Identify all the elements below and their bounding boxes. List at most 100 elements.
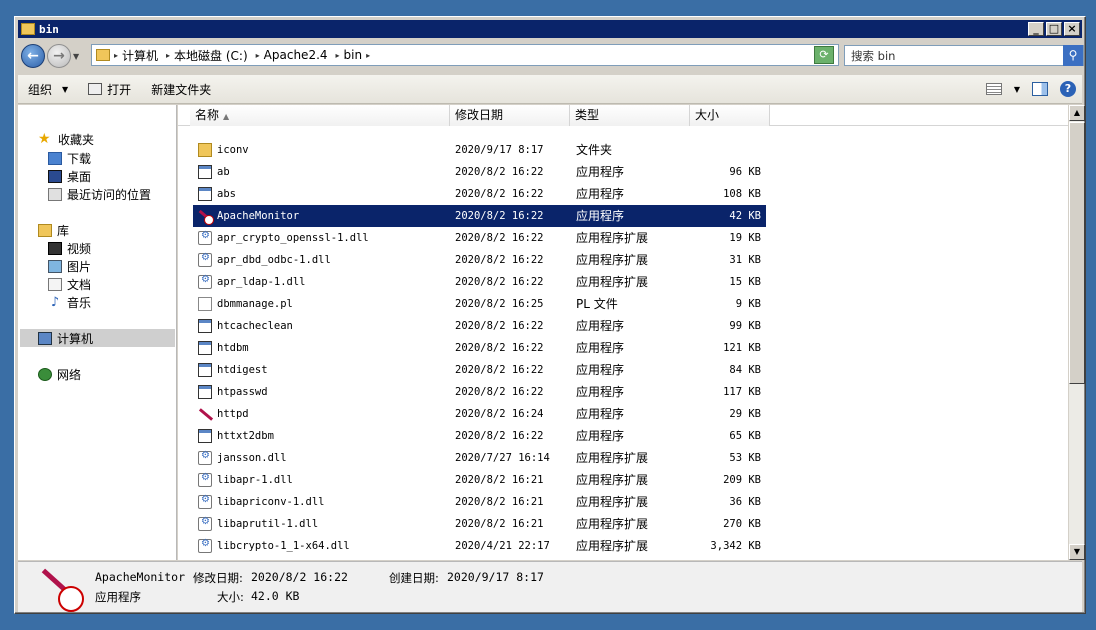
help-icon[interactable]: ? bbox=[1060, 81, 1076, 97]
file-name: libaprutil-1.dll bbox=[217, 518, 319, 530]
file-row[interactable]: httpd 2020/8/2 16:24 应用程序 29 KB bbox=[193, 403, 766, 425]
file-row[interactable]: htpasswd 2020/8/2 16:22 应用程序 117 KB bbox=[193, 381, 766, 403]
scroll-up-button[interactable]: ▲ bbox=[1069, 105, 1085, 121]
document-icon bbox=[198, 297, 212, 311]
computer-icon bbox=[38, 331, 52, 345]
file-type: 应用程序 bbox=[576, 341, 625, 355]
nav-videos[interactable]: 视频 bbox=[48, 239, 91, 257]
recent-pages-dropdown[interactable]: ▼ bbox=[73, 52, 79, 61]
organize-button[interactable]: 组织 ▼ bbox=[18, 75, 78, 103]
file-row[interactable]: dbmmanage.pl 2020/8/2 16:25 PL 文件 9 KB bbox=[193, 293, 766, 315]
back-button[interactable]: ← bbox=[21, 44, 45, 68]
search-input[interactable]: 搜索 bin ⚲ bbox=[844, 45, 1084, 66]
file-name: apr_ldap-1.dll bbox=[217, 276, 306, 288]
forward-button[interactable]: → bbox=[47, 44, 71, 68]
close-button[interactable]: × bbox=[1064, 22, 1080, 36]
nav-computer[interactable]: 计算机 bbox=[20, 329, 175, 347]
nav-desktop[interactable]: 桌面 bbox=[48, 167, 91, 185]
nav-pictures[interactable]: 图片 bbox=[48, 257, 91, 275]
maximize-button[interactable]: □ bbox=[1046, 22, 1062, 36]
file-type: 应用程序扩展 bbox=[576, 517, 649, 531]
column-name[interactable]: 名称 ▲ bbox=[190, 105, 450, 126]
file-row[interactable]: htcacheclean 2020/8/2 16:22 应用程序 99 KB bbox=[193, 315, 766, 337]
search-icon[interactable]: ⚲ bbox=[1063, 45, 1083, 66]
open-icon bbox=[88, 83, 103, 95]
apache-monitor-icon bbox=[38, 566, 84, 612]
nav-downloads[interactable]: 下载 bbox=[48, 149, 91, 167]
details-modified-label: 修改日期: bbox=[193, 571, 243, 585]
details-filename: ApacheMonitor bbox=[95, 570, 186, 584]
file-name: libapr-1.dll bbox=[217, 474, 293, 486]
file-name: libcrypto-1_1-x64.dll bbox=[217, 540, 350, 552]
address-bar[interactable]: ▸计算机 ▸本地磁盘 (C:) ▸Apache2.4 ▸bin▸ ▼ bbox=[91, 44, 839, 66]
column-size[interactable]: 大小 bbox=[690, 105, 770, 126]
file-row[interactable]: abs 2020/8/2 16:22 应用程序 108 KB bbox=[193, 183, 766, 205]
view-options-icon[interactable] bbox=[985, 83, 1002, 95]
title-bar[interactable]: bin _ □ × bbox=[18, 20, 1082, 38]
pictures-icon bbox=[48, 259, 62, 273]
minimize-button[interactable]: _ bbox=[1028, 22, 1044, 36]
file-row[interactable]: jansson.dll 2020/7/27 16:14 应用程序扩展 53 KB bbox=[193, 447, 766, 469]
file-type: 应用程序扩展 bbox=[576, 451, 649, 465]
file-row[interactable]: iconv 2020/9/17 8:17 文件夹 bbox=[193, 139, 766, 161]
refresh-button[interactable]: ⟳ bbox=[814, 46, 834, 64]
file-row[interactable]: ApacheMonitor 2020/8/2 16:22 应用程序 42 KB bbox=[193, 205, 766, 227]
file-row[interactable]: ab 2020/8/2 16:22 应用程序 96 KB bbox=[193, 161, 766, 183]
file-row[interactable]: libaprutil-1.dll 2020/8/2 16:21 应用程序扩展 270 … bbox=[193, 513, 766, 535]
folder-icon bbox=[198, 143, 212, 157]
scroll-down-button[interactable]: ▼ bbox=[1069, 544, 1085, 560]
file-type: 应用程序扩展 bbox=[576, 231, 649, 245]
address-row: ← → ▼ ▸计算机 ▸本地磁盘 (C:) ▸Apache2.4 ▸bin▸ ▼… bbox=[18, 39, 1084, 73]
file-name: htdbm bbox=[217, 342, 249, 354]
file-row[interactable]: htdigest 2020/8/2 16:22 应用程序 84 KB bbox=[193, 359, 766, 381]
file-size: 65 KB bbox=[729, 430, 761, 442]
nav-favorites[interactable]: ★ 收藏夹 bbox=[38, 130, 94, 148]
downloads-icon bbox=[48, 151, 62, 165]
file-name: ApacheMonitor bbox=[217, 210, 300, 222]
breadcrumb-apache[interactable]: ▸ Apache2.4 bbox=[256, 48, 328, 62]
details-size: 42.0 KB bbox=[251, 589, 300, 603]
nav-network[interactable]: 网络 bbox=[38, 365, 81, 383]
nav-recent-places[interactable]: 最近访问的位置 bbox=[48, 185, 151, 203]
vertical-scrollbar[interactable]: ▲ ▼ bbox=[1068, 105, 1085, 560]
file-type: 应用程序 bbox=[576, 363, 625, 377]
breadcrumb-bin[interactable]: ▸ bin ▸ bbox=[336, 48, 375, 62]
file-date: 2020/8/2 16:21 bbox=[455, 496, 544, 508]
file-row[interactable]: libcrypto-1_1-x64.dll 2020/4/21 22:17 应用程序… bbox=[193, 535, 766, 557]
libraries-icon bbox=[38, 223, 52, 237]
file-date: 2020/8/2 16:24 bbox=[455, 408, 544, 420]
details-created: 2020/9/17 8:17 bbox=[447, 570, 544, 584]
apache-monitor-icon bbox=[198, 209, 214, 225]
file-row[interactable]: apr_crypto_openssl-1.dll 2020/8/2 16:22 应用… bbox=[193, 227, 766, 249]
file-size: 121 KB bbox=[723, 342, 761, 354]
file-row[interactable]: apr_dbd_odbc-1.dll 2020/8/2 16:22 应用程序扩展 31… bbox=[193, 249, 766, 271]
breadcrumb-drive[interactable]: ▸ 本地磁盘 (C:) bbox=[166, 47, 248, 64]
file-date: 2020/8/2 16:22 bbox=[455, 232, 544, 244]
view-dropdown-icon[interactable]: ▼ bbox=[1014, 85, 1020, 94]
column-type[interactable]: 类型 bbox=[570, 105, 690, 126]
exe-icon bbox=[198, 187, 212, 201]
file-row[interactable]: apr_ldap-1.dll 2020/8/2 16:22 应用程序扩展 15 KB bbox=[193, 271, 766, 293]
file-row[interactable]: httxt2dbm 2020/8/2 16:22 应用程序 65 KB bbox=[193, 425, 766, 447]
file-date: 2020/9/17 8:17 bbox=[455, 144, 544, 156]
scroll-thumb[interactable] bbox=[1069, 122, 1085, 384]
file-type: 应用程序 bbox=[576, 429, 625, 443]
nav-music[interactable]: ♪ 音乐 bbox=[48, 293, 91, 311]
nav-libraries[interactable]: 库 bbox=[38, 221, 69, 239]
folder-icon bbox=[96, 49, 110, 61]
nav-documents[interactable]: 文档 bbox=[48, 275, 91, 293]
open-button[interactable]: 打开 bbox=[78, 75, 141, 103]
file-name: apr_dbd_odbc-1.dll bbox=[217, 254, 331, 266]
file-type: 应用程序扩展 bbox=[576, 275, 649, 289]
file-date: 2020/8/2 16:21 bbox=[455, 518, 544, 530]
preview-pane-icon[interactable] bbox=[1032, 82, 1048, 96]
file-row[interactable]: libapr-1.dll 2020/8/2 16:21 应用程序扩展 209 KB bbox=[193, 469, 766, 491]
new-folder-button[interactable]: 新建文件夹 bbox=[141, 75, 221, 103]
dll-icon bbox=[198, 450, 212, 465]
breadcrumb-computer[interactable]: ▸ 计算机 bbox=[114, 47, 158, 64]
file-type: 应用程序扩展 bbox=[576, 495, 649, 509]
file-name: httxt2dbm bbox=[217, 430, 274, 442]
file-row[interactable]: htdbm 2020/8/2 16:22 应用程序 121 KB bbox=[193, 337, 766, 359]
file-row[interactable]: libapriconv-1.dll 2020/8/2 16:21 应用程序扩展 36 … bbox=[193, 491, 766, 513]
column-date[interactable]: 修改日期 bbox=[450, 105, 570, 126]
